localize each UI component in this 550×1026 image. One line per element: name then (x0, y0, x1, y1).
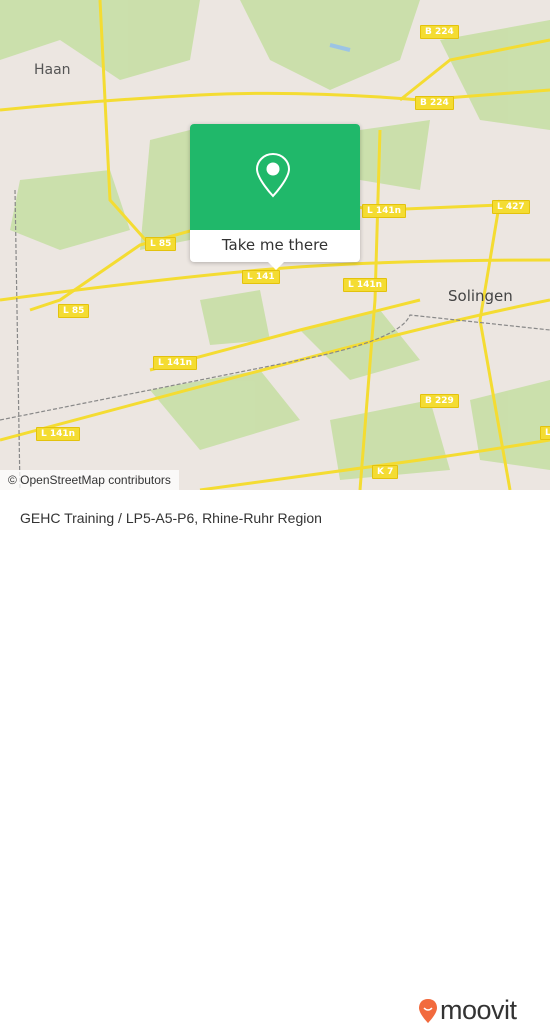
road-shield: B 224 (420, 25, 459, 39)
road-shield: L 85 (145, 237, 177, 251)
place-label: Solingen (448, 287, 513, 305)
road-shield: L 141n (343, 278, 388, 292)
road-shield: L 141 (242, 270, 280, 284)
road-shield: K 7 (372, 465, 399, 479)
road-shield: B 224 (415, 96, 454, 110)
road-shield: L 141n (362, 204, 407, 218)
road-shield: L 1 (540, 426, 550, 440)
location-title: GEHC Training / LP5-A5-P6, Rhine-Ruhr Re… (20, 510, 322, 526)
road-shield: L 141n (36, 427, 81, 441)
logo-text: moovit (440, 995, 517, 1025)
moovit-pin-icon (419, 998, 437, 1023)
road-shield: L 427 (492, 200, 530, 214)
take-me-there-button[interactable]: Take me there (190, 230, 360, 262)
destination-popup: Take me there (190, 124, 360, 270)
road-shield: L 85 (58, 304, 90, 318)
place-label: Haan (34, 62, 71, 78)
road-shield: L 141n (153, 356, 198, 370)
footer: GEHC Training / LP5-A5-P6, Rhine-Ruhr Re… (0, 490, 550, 1025)
map-pin-icon (255, 152, 291, 198)
moovit-logo[interactable]: moovit (418, 995, 517, 1026)
map[interactable]: Haan Solingen B 224 B 224 L 427 L 141n L… (0, 0, 550, 490)
road-shield: B 229 (420, 394, 459, 408)
attribution[interactable]: © OpenStreetMap contributors (0, 470, 179, 490)
popup-header (190, 124, 360, 230)
